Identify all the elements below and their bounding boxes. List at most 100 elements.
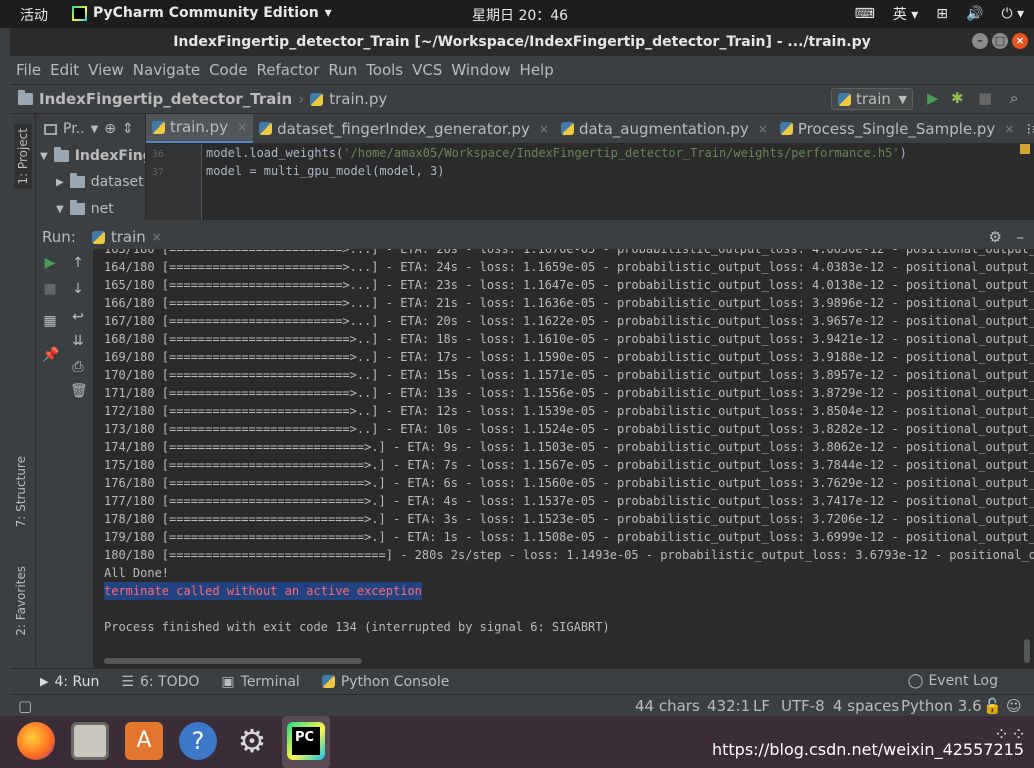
project-view-select[interactable]: Pr..: [63, 121, 85, 137]
help-icon[interactable]: ?: [179, 722, 217, 760]
tab-terminal[interactable]: ▣ Terminal: [221, 674, 299, 690]
horizontal-scrollbar[interactable]: [104, 658, 362, 664]
pin-icon[interactable]: 📌: [42, 347, 59, 363]
console-line: 168/180 [=========================>..] -…: [104, 332, 1034, 346]
breadcrumb-file[interactable]: train.py: [329, 90, 387, 108]
close-icon[interactable]: ×: [758, 122, 768, 136]
console-line: 169/180 [=========================>..] -…: [104, 350, 1034, 364]
close-icon[interactable]: ×: [539, 122, 549, 136]
locate-icon[interactable]: ⊕: [104, 121, 116, 137]
menu-refactor[interactable]: Refactor: [256, 61, 319, 79]
menu-vcs[interactable]: VCS: [412, 61, 442, 79]
tab-todo[interactable]: ☰ 6: TODO: [121, 674, 199, 690]
menu-code[interactable]: Code: [209, 61, 247, 79]
console-line: 174/180 [===========================>.] …: [104, 440, 1034, 454]
menu-navigate[interactable]: Navigate: [133, 61, 200, 79]
layout-icon[interactable]: ▦: [42, 313, 58, 329]
tab-run[interactable]: ▶ 4: Run: [40, 674, 99, 690]
console-exit-line: Process finished with exit code 134 (int…: [104, 620, 610, 634]
run-console[interactable]: 163/180 [========================>...] -…: [94, 249, 1034, 668]
window-title-bar[interactable]: IndexFingertip_detector_Train [~/Workspa…: [10, 28, 1034, 56]
gear-icon[interactable]: ⚙: [989, 228, 1002, 246]
system-tray: ⌨ 英 ▾ ⊞ 🔊 ⏻ ▾: [855, 4, 1024, 24]
event-log-button[interactable]: ◯ Event Log: [908, 673, 998, 689]
volume-icon[interactable]: 🔊: [966, 6, 983, 22]
input-method-indicator[interactable]: 英 ▾: [893, 4, 918, 24]
chevron-down-icon: ▼: [898, 92, 907, 106]
breadcrumb: IndexFingertip_detector_Train › train.py: [18, 90, 387, 108]
tab-dataset-generator[interactable]: dataset_fingerIndex_generator.py ×: [253, 114, 555, 143]
tab-python-console[interactable]: Python Console: [321, 674, 449, 690]
down-arrow-icon[interactable]: ↓: [70, 281, 86, 297]
print-icon[interactable]: ⎙: [70, 359, 86, 375]
run-configuration-value: train: [856, 90, 891, 108]
network-icon[interactable]: ⊞: [936, 6, 948, 22]
indent-setting[interactable]: 4 spaces: [833, 697, 899, 715]
scroll-to-end-icon[interactable]: ⇊: [70, 333, 86, 349]
search-icon[interactable]: ⌕: [1010, 89, 1018, 107]
structure-tool-button[interactable]: 7: Structure: [14, 456, 28, 527]
menu-run[interactable]: Run: [328, 61, 357, 79]
line-separator[interactable]: LF: [753, 697, 770, 715]
menu-tools[interactable]: Tools: [366, 61, 403, 79]
code-editor[interactable]: 36 37 model.load_weights('/home/amax05/W…: [146, 144, 1034, 220]
vertical-scrollbar[interactable]: [1024, 639, 1030, 663]
run-configuration-select[interactable]: train ▼: [831, 88, 913, 110]
trash-icon[interactable]: 🗑: [70, 383, 88, 399]
hide-icon[interactable]: –: [1017, 228, 1025, 246]
chevron-down-icon: ▼: [56, 203, 64, 215]
menu-help[interactable]: Help: [520, 61, 554, 79]
file-encoding[interactable]: UTF-8: [781, 697, 825, 715]
favorites-tool-button[interactable]: 2: Favorites: [14, 566, 28, 636]
collapse-icon[interactable]: ⇕: [122, 121, 134, 137]
project-tool-button[interactable]: 1: Project: [14, 124, 32, 189]
navigation-bar: IndexFingertip_detector_Train › train.py…: [10, 84, 1034, 114]
firefox-icon[interactable]: [17, 722, 55, 760]
menu-file[interactable]: File: [16, 61, 41, 79]
clock[interactable]: 星期日 20：46: [472, 5, 568, 25]
keyboard-icon[interactable]: ⌨: [855, 6, 875, 22]
console-line: 178/180 [===========================>.] …: [104, 512, 1034, 526]
tool-windows-icon[interactable]: ▢: [18, 697, 32, 715]
maximize-button[interactable]: □: [992, 33, 1008, 49]
menu-window[interactable]: Window: [451, 61, 510, 79]
files-icon[interactable]: [71, 722, 109, 760]
tab-train-py[interactable]: train.py ×: [146, 114, 254, 143]
tab-process-single-sample[interactable]: Process_Single_Sample.py ×: [774, 114, 1021, 143]
python-interpreter[interactable]: Python 3.6: [901, 697, 982, 715]
lock-icon[interactable]: 🔓: [983, 697, 1002, 715]
settings-icon[interactable]: ⚙: [233, 722, 271, 760]
tree-item-net[interactable]: ▼ net: [56, 200, 114, 217]
ubuntu-dock: A ? ⚙ PC ⁘⁘ https://blog.csdn.net/weixin…: [0, 716, 1034, 768]
power-icon[interactable]: ⏻ ▾: [1001, 6, 1024, 22]
run-tab[interactable]: train: [111, 228, 146, 246]
close-button[interactable]: ×: [1012, 33, 1028, 49]
close-icon[interactable]: ×: [1004, 122, 1014, 136]
software-center-icon[interactable]: A: [125, 722, 163, 760]
code-line: model.load_weights('/home/amax05/Workspa…: [206, 146, 907, 160]
minimize-button[interactable]: –: [972, 33, 988, 49]
breadcrumb-project[interactable]: IndexFingertip_detector_Train: [39, 90, 292, 108]
pycharm-dock-icon[interactable]: PC: [287, 722, 325, 760]
soft-wrap-icon[interactable]: ↩: [70, 309, 86, 325]
menu-edit[interactable]: Edit: [50, 61, 79, 79]
debug-icon[interactable]: ✱: [951, 89, 964, 107]
app-menu[interactable]: PyCharm Community Edition ▾: [72, 5, 332, 21]
tree-item-dataset[interactable]: ▶ dataset: [56, 173, 144, 190]
warning-marker-icon[interactable]: [1020, 144, 1030, 154]
stop-icon[interactable]: ■: [42, 281, 58, 297]
close-icon[interactable]: ×: [237, 120, 247, 134]
rerun-icon[interactable]: ▶: [42, 255, 58, 271]
chevron-right-icon: ▶: [56, 176, 64, 188]
activities-button[interactable]: 活动: [20, 5, 48, 25]
run-icon[interactable]: ▶: [927, 89, 939, 107]
up-arrow-icon[interactable]: ↑: [70, 255, 86, 271]
close-icon[interactable]: ×: [152, 230, 162, 244]
caret-position[interactable]: 432:1: [707, 697, 750, 715]
stop-icon[interactable]: ■: [978, 89, 992, 107]
tab-data-augmentation[interactable]: data_augmentation.py ×: [555, 114, 774, 143]
menu-view[interactable]: View: [88, 61, 124, 79]
inspector-icon[interactable]: ☺: [1006, 697, 1022, 715]
more-tabs-icon[interactable]: ⁝≡: [1026, 120, 1034, 138]
tree-item-root[interactable]: ▼ IndexFing: [40, 147, 145, 164]
